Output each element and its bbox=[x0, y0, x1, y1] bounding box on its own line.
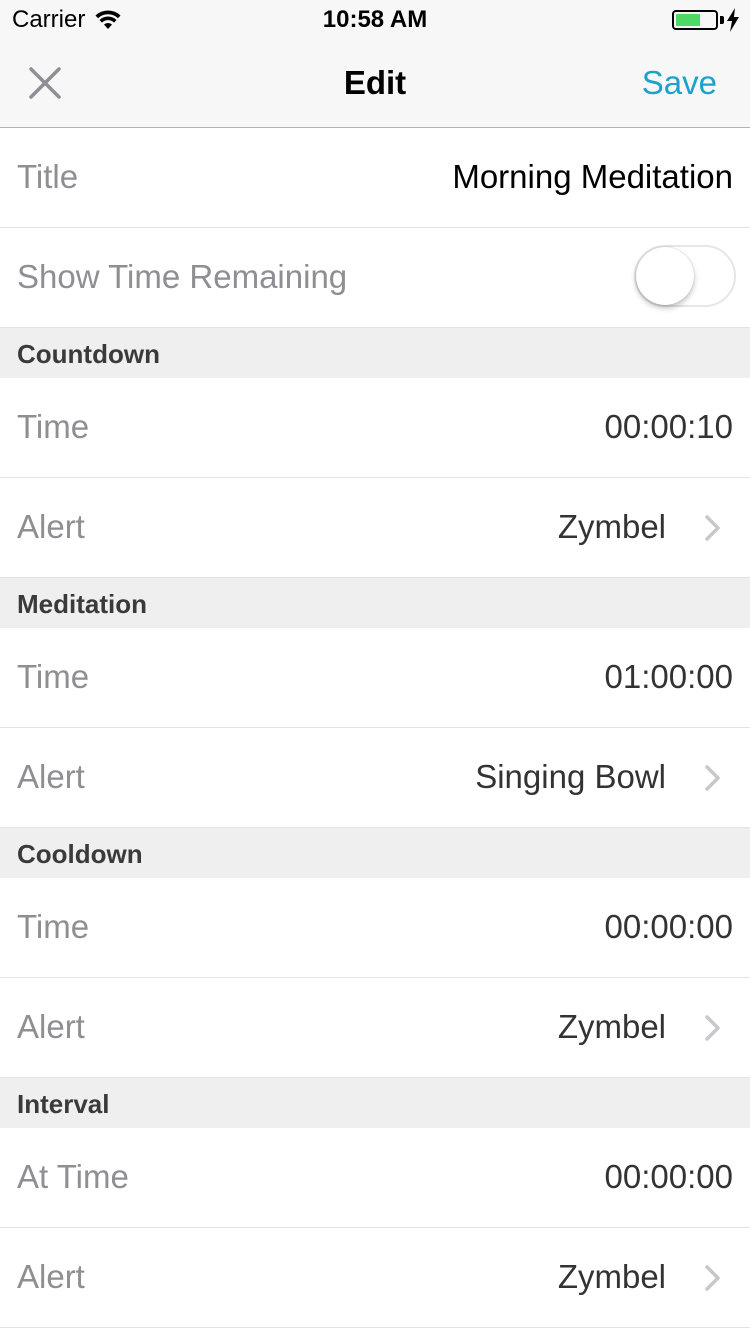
battery-level bbox=[676, 14, 700, 26]
chevron-right-icon bbox=[705, 515, 720, 541]
time-value: 01:00:00 bbox=[604, 658, 733, 695]
section-header-countdown: Countdown bbox=[0, 328, 750, 378]
alert-value: Zymbel bbox=[557, 1258, 666, 1295]
countdown-alert-row[interactable]: Alert Zymbel bbox=[0, 478, 750, 578]
section-header-interval: Interval bbox=[0, 1078, 750, 1128]
battery-tip-icon bbox=[720, 16, 724, 24]
time-value: 00:00:10 bbox=[604, 408, 733, 445]
navigation-bar: Edit Save bbox=[0, 40, 750, 128]
title-label: Title bbox=[17, 158, 79, 195]
show-time-remaining-label: Show Time Remaining bbox=[17, 258, 348, 295]
status-time: 10:58 AM bbox=[322, 6, 428, 33]
interval-time-row[interactable]: At Time 00:00:00 bbox=[0, 1128, 750, 1228]
interval-alert-row[interactable]: Alert Zymbel bbox=[0, 1228, 750, 1328]
status-bar: Carrier 10:58 AM bbox=[0, 0, 750, 40]
alert-value: Singing Bowl bbox=[475, 758, 666, 795]
alert-value: Zymbel bbox=[557, 1008, 666, 1045]
time-value: 00:00:00 bbox=[604, 908, 733, 945]
time-label: Time bbox=[17, 408, 90, 445]
show-time-remaining-toggle[interactable] bbox=[634, 245, 736, 307]
alert-label: Alert bbox=[17, 508, 85, 545]
alert-label: Alert bbox=[17, 758, 85, 795]
time-value: 00:00:00 bbox=[604, 1158, 733, 1195]
chevron-right-icon bbox=[705, 1265, 720, 1291]
meditation-alert-row[interactable]: Alert Singing Bowl bbox=[0, 728, 750, 828]
time-label: At Time bbox=[17, 1158, 129, 1195]
section-title: Meditation bbox=[17, 589, 147, 619]
save-button[interactable]: Save bbox=[642, 64, 717, 102]
section-title: Interval bbox=[17, 1089, 110, 1119]
settings-list: Title Morning Meditation Show Time Remai… bbox=[0, 128, 750, 1328]
title-row[interactable]: Title Morning Meditation bbox=[0, 128, 750, 228]
cooldown-alert-row[interactable]: Alert Zymbel bbox=[0, 978, 750, 1078]
time-label: Time bbox=[17, 908, 90, 945]
section-title: Cooldown bbox=[17, 839, 143, 869]
show-time-remaining-row: Show Time Remaining bbox=[0, 228, 750, 328]
page-title: Edit bbox=[343, 64, 407, 101]
section-header-cooldown: Cooldown bbox=[0, 828, 750, 878]
alert-value: Zymbel bbox=[557, 508, 666, 545]
time-label: Time bbox=[17, 658, 90, 695]
meditation-time-row[interactable]: Time 01:00:00 bbox=[0, 628, 750, 728]
title-value[interactable]: Morning Meditation bbox=[452, 158, 733, 196]
toggle-knob bbox=[636, 247, 694, 305]
section-header-meditation: Meditation bbox=[0, 578, 750, 628]
countdown-time-row[interactable]: Time 00:00:10 bbox=[0, 378, 750, 478]
cooldown-time-row[interactable]: Time 00:00:00 bbox=[0, 878, 750, 978]
alert-label: Alert bbox=[17, 1258, 85, 1295]
section-title: Countdown bbox=[17, 339, 160, 369]
chevron-right-icon bbox=[705, 1015, 720, 1041]
alert-label: Alert bbox=[17, 1008, 85, 1045]
chevron-right-icon bbox=[705, 765, 720, 791]
battery-icon bbox=[672, 10, 718, 30]
charging-bolt-icon bbox=[727, 8, 739, 32]
